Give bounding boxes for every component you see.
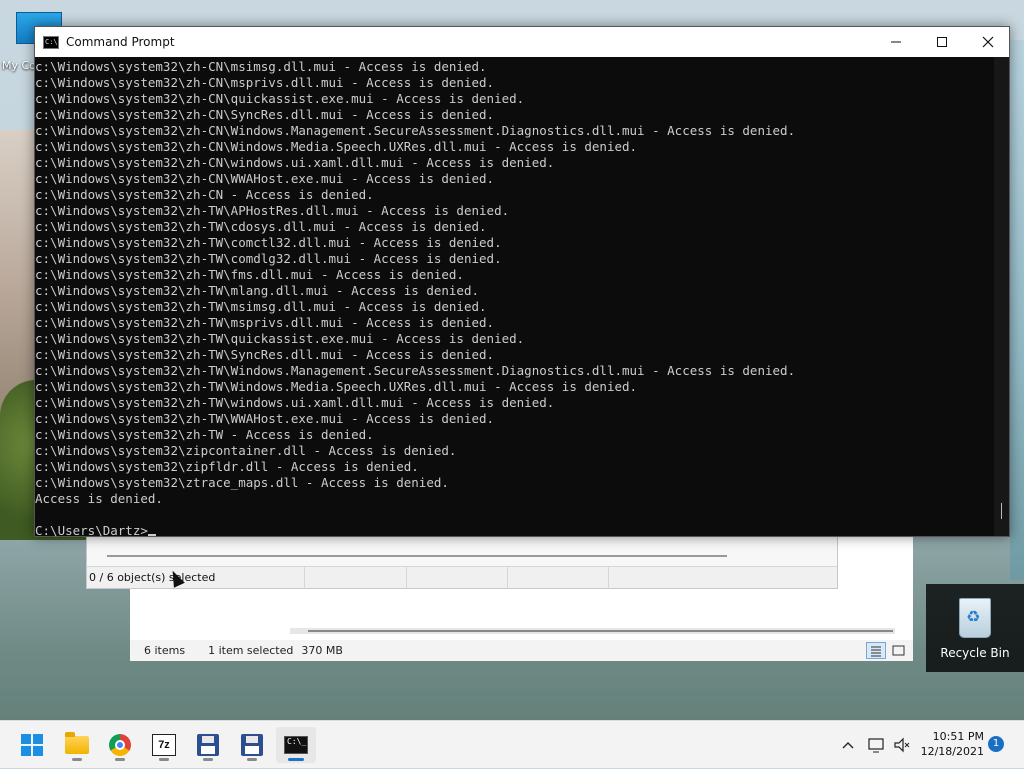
folder-icon	[65, 732, 89, 754]
large-icons-view-button[interactable]	[889, 642, 909, 659]
cmd-console-output[interactable]: c:\Windows\system32\zh-CN\msimsg.dll.mui…	[35, 57, 995, 539]
console-line: c:\Windows\system32\zh-CN - Access is de…	[35, 187, 374, 202]
sevenzip-window[interactable]: 0 / 6 object(s) selected	[86, 536, 838, 589]
cmd-title-bar[interactable]: C:\_ Command Prompt	[35, 27, 1009, 57]
network-button[interactable]	[866, 721, 888, 769]
console-line: c:\Windows\system32\ztrace_maps.dll - Ac…	[35, 475, 449, 490]
explorer-item-count: 6 items	[144, 644, 186, 657]
cmd-app-icon: C:\_	[43, 35, 59, 49]
console-line: c:\Windows\system32\zh-CN\quickassist.ex…	[35, 91, 525, 106]
minimize-button[interactable]	[873, 27, 919, 57]
desktop-wallpaper-sea	[1010, 40, 1024, 580]
7zip-icon: 7z	[152, 734, 176, 756]
console-line: c:\Windows\system32\zipcontainer.dll - A…	[35, 443, 457, 458]
console-line: c:\Windows\system32\zh-TW\WWAHost.exe.mu…	[35, 411, 495, 426]
running-indicator	[115, 758, 125, 761]
minimize-icon	[891, 41, 901, 43]
volume-muted-icon	[894, 737, 910, 753]
maximize-button[interactable]	[919, 27, 965, 57]
chrome-icon	[109, 734, 131, 756]
console-line: c:\Windows\system32\zh-CN\SyncRes.dll.mu…	[35, 107, 495, 122]
show-hidden-icons-button[interactable]	[838, 721, 858, 769]
details-view-icon	[871, 646, 881, 657]
console-line: c:\Windows\system32\zh-CN\msprivs.dll.mu…	[35, 75, 495, 90]
console-line: c:\Windows\system32\zh-TW\mlang.dll.mui …	[35, 283, 480, 298]
taskbar-clock[interactable]: 10:51 PM 12/18/2021	[920, 729, 984, 759]
cmd-vertical-scrollbar[interactable]	[994, 57, 1009, 536]
console-line: c:\Windows\system32\zh-TW\comdlg32.dll.m…	[35, 251, 502, 266]
sevenzip-horizontal-scrollbar[interactable]	[87, 537, 837, 567]
console-line: c:\Windows\system32\zh-TW\msprivs.dll.mu…	[35, 315, 495, 330]
taskbar-app-floppy-1[interactable]	[188, 727, 228, 763]
explorer-horizontal-scrollbar[interactable]	[290, 628, 895, 634]
console-line: c:\Windows\system32\zh-TW\cdosys.dll.mui…	[35, 219, 487, 234]
running-indicator	[247, 758, 257, 761]
console-line: c:\Windows\system32\zh-CN\windows.ui.xam…	[35, 155, 555, 170]
console-line: c:\Windows\system32\zh-CN\Windows.Manage…	[35, 123, 796, 138]
notification-badge[interactable]: 1	[988, 736, 1004, 752]
explorer-selection-size: 370 MB	[301, 644, 343, 657]
running-indicator	[72, 758, 82, 761]
network-icon	[868, 738, 884, 753]
console-line: c:\Windows\system32\zh-CN\WWAHost.exe.mu…	[35, 171, 495, 186]
console-line: c:\Windows\system32\zh-CN\msimsg.dll.mui…	[35, 59, 487, 74]
close-button[interactable]	[965, 27, 1011, 57]
explorer-selection-status: 1 item selected	[208, 644, 294, 657]
sevenzip-status-cell	[306, 567, 407, 589]
windows-logo-icon	[21, 734, 43, 756]
console-line: c:\Windows\system32\zh-TW\SyncRes.dll.mu…	[35, 347, 495, 362]
command-prompt-window[interactable]: C:\_ Command Prompt c:\Windows\system32\…	[34, 26, 1010, 539]
cmd-scrollbar-thumb[interactable]	[1001, 503, 1002, 519]
taskbar-command-prompt[interactable]: C:\_	[276, 727, 316, 763]
console-line: c:\Windows\system32\zh-TW\Windows.Manage…	[35, 363, 796, 378]
sevenzip-selection-status: 0 / 6 object(s) selected	[87, 567, 305, 589]
clock-time: 10:51 PM	[932, 730, 984, 743]
sevenzip-status-cell	[407, 567, 508, 589]
console-line: c:\Windows\system32\zh-TW\comctl32.dll.m…	[35, 235, 502, 250]
recycle-bin-icon	[959, 598, 991, 638]
close-icon	[982, 36, 994, 48]
taskbar-chrome[interactable]	[100, 727, 140, 763]
large-icons-view-icon	[892, 645, 905, 656]
recycle-bin-shortcut[interactable]: Recycle Bin	[926, 584, 1024, 672]
console-line: c:\Windows\system32\zh-CN\Windows.Media.…	[35, 139, 638, 154]
my-computer-label[interactable]: My Co	[2, 59, 36, 72]
maximize-icon	[937, 37, 947, 47]
volume-button[interactable]	[892, 721, 912, 769]
taskbar-file-explorer[interactable]	[57, 727, 97, 763]
active-indicator	[288, 758, 304, 761]
console-line: c:\Windows\system32\zh-TW\fms.dll.mui - …	[35, 267, 464, 282]
cmd-window-title: Command Prompt	[66, 35, 175, 49]
taskbar-app-floppy-2[interactable]	[232, 727, 272, 763]
sevenzip-status-cell	[508, 567, 609, 589]
console-line: Access is denied.	[35, 491, 163, 506]
running-indicator	[203, 758, 213, 761]
taskbar-7zip[interactable]: 7z	[144, 727, 184, 763]
console-line: c:\Windows\system32\zipfldr.dll - Access…	[35, 459, 419, 474]
console-line: c:\Windows\system32\zh-TW\APHostRes.dll.…	[35, 203, 510, 218]
console-line: c:\Windows\system32\zh-TW\msimsg.dll.mui…	[35, 299, 487, 314]
start-button[interactable]	[12, 727, 52, 763]
floppy-disk-icon	[197, 734, 219, 756]
running-indicator	[159, 758, 169, 761]
recycle-bin-label: Recycle Bin	[940, 646, 1010, 660]
console-line: c:\Windows\system32\zh-TW - Access is de…	[35, 427, 374, 442]
chevron-up-icon	[842, 742, 854, 749]
sevenzip-status-bar: 0 / 6 object(s) selected	[87, 567, 837, 589]
clock-date: 12/18/2021	[920, 745, 984, 758]
console-line: c:\Windows\system32\zh-TW\quickassist.ex…	[35, 331, 525, 346]
console-line: c:\Windows\system32\zh-TW\windows.ui.xam…	[35, 395, 555, 410]
details-view-button[interactable]	[866, 642, 886, 659]
text-cursor	[147, 534, 156, 536]
console-line: C:\Users\Dartz>	[35, 523, 995, 539]
taskbar: 7z C:\_ 10:51 PM 12/18/2021	[0, 720, 1024, 768]
console-line: c:\Windows\system32\zh-TW\Windows.Media.…	[35, 379, 638, 394]
floppy-disk-icon	[241, 734, 263, 756]
explorer-status-bar: 6 items 1 item selected 370 MB	[130, 640, 913, 661]
terminal-icon: C:\_	[284, 736, 308, 754]
